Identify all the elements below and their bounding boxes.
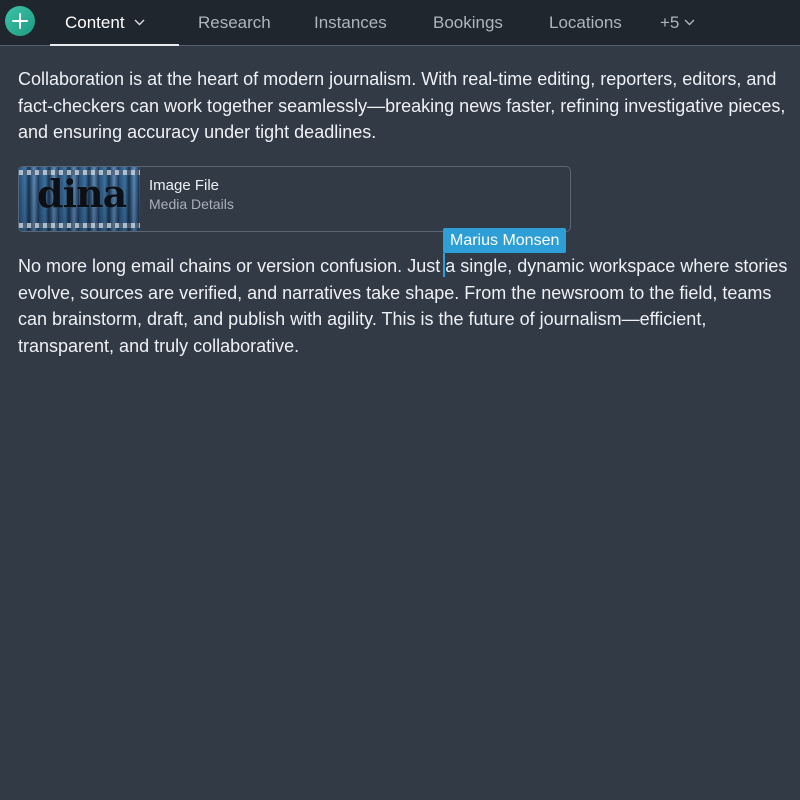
media-subtitle: Media Details <box>149 196 234 212</box>
top-tab-bar: Content Research Instances Bookings Loca… <box>0 0 800 46</box>
tab-label: Bookings <box>433 12 503 32</box>
tab-label: Research <box>198 12 271 32</box>
tab-locations[interactable]: Locations <box>549 0 622 45</box>
tab-more[interactable]: +5 <box>660 0 695 45</box>
tab-label: Locations <box>549 12 622 32</box>
media-thumbnail: dina <box>19 167 140 231</box>
chevron-down-icon <box>684 19 695 26</box>
tab-label: Instances <box>314 12 387 32</box>
tab-content[interactable]: Content <box>50 0 179 46</box>
tab-instances[interactable]: Instances <box>314 0 387 45</box>
tab-research[interactable]: Research <box>198 0 271 45</box>
thumbnail-logo: dina <box>37 171 127 216</box>
tab-bookings[interactable]: Bookings <box>433 0 503 45</box>
plus-icon <box>12 13 28 29</box>
media-card[interactable]: dina Image File Media Details <box>18 166 571 232</box>
collaborator-caret <box>443 253 445 277</box>
media-title: Image File <box>149 177 220 194</box>
collaborator-cursor-label: Marius Monsen <box>443 228 567 253</box>
chevron-down-icon <box>134 19 145 26</box>
add-button[interactable] <box>5 6 35 36</box>
tab-label: +5 <box>660 12 680 32</box>
tab-label: Content <box>65 12 125 32</box>
paragraph[interactable]: Collaboration is at the heart of modern … <box>18 66 800 146</box>
paragraph[interactable]: No more long email chains or version con… <box>18 253 800 359</box>
editor-body[interactable]: Collaboration is at the heart of modern … <box>18 66 800 146</box>
